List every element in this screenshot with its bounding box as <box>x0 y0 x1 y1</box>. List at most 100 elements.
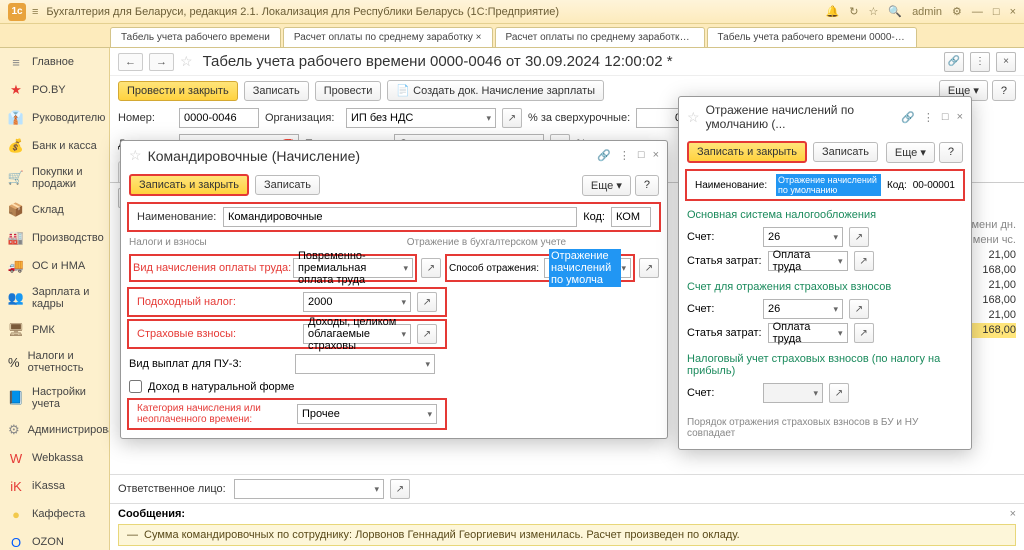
sidebar-item-9[interactable]: 🖥РМК <box>0 316 109 344</box>
sidebar-item-7[interactable]: 🚚ОС и НМА <box>0 252 109 280</box>
m1-accmethod-open[interactable]: ↗ <box>639 258 659 278</box>
m2-name-val[interactable]: Отражение начислений по умолчанию <box>776 174 881 196</box>
tab-0[interactable]: Табель учета рабочего времени <box>110 27 281 47</box>
modal1-more-icon[interactable]: ⋮ <box>619 149 630 162</box>
modal1-post-close[interactable]: Записать и закрыть <box>129 174 249 196</box>
sidebar-item-8[interactable]: 👥Зарплата и кадры <box>0 280 109 316</box>
m1-pu3-sel[interactable]: ▾ <box>295 354 435 374</box>
m1-accmethod-sel[interactable]: Отражение начислений по умолча▾ <box>544 258 631 278</box>
m2-acc2-sel[interactable]: 26▾ <box>763 299 843 319</box>
doc-nav: ← → ☆ Табель учета рабочего времени 0000… <box>110 48 1024 76</box>
bell-icon[interactable]: 🔔 <box>826 5 840 18</box>
m1-accmethod-lbl: Способ отражения: <box>449 263 544 274</box>
history-icon[interactable]: ↻ <box>849 5 858 18</box>
sidebar-icon: ≡ <box>8 54 24 70</box>
sidebar-item-15[interactable]: ●Каффеста <box>0 500 109 528</box>
m1-code-input[interactable] <box>611 207 651 227</box>
resp-select[interactable]: ▾ <box>234 479 384 499</box>
fav-star[interactable]: ☆ <box>180 53 193 70</box>
sidebar-item-10[interactable]: %Налоги и отчетность <box>0 344 109 380</box>
modal2-close-icon[interactable]: × <box>957 111 963 124</box>
modal1-more[interactable]: Еще ▾ <box>582 175 631 196</box>
tab-2[interactable]: Расчет оплаты по среднему заработку 0000… <box>495 27 705 47</box>
modal1-help[interactable]: ? <box>635 175 659 196</box>
modal2-star[interactable]: ☆ <box>687 109 700 126</box>
modal1-link-icon[interactable]: 🔗 <box>597 149 611 162</box>
sidebar-icon: 📦 <box>8 202 24 218</box>
more-icon[interactable]: ⋮ <box>970 52 990 72</box>
nav-back[interactable]: ← <box>118 53 143 71</box>
help-button[interactable]: ? <box>992 80 1016 101</box>
m2-acc-sel[interactable]: 26▾ <box>763 227 843 247</box>
sidebar-icon: iK <box>8 478 24 494</box>
sidebar-item-12[interactable]: ⚙Администрирование <box>0 416 109 444</box>
number-input[interactable] <box>179 108 259 128</box>
overtime-label: % за сверхурочные: <box>528 112 630 124</box>
m1-ins-open[interactable]: ↗ <box>417 324 437 344</box>
sidebar-item-5[interactable]: 📦Склад <box>0 196 109 224</box>
close-icon[interactable]: × <box>1010 6 1016 18</box>
m2-cost-open[interactable]: ↗ <box>854 251 874 271</box>
user-label[interactable]: admin <box>912 6 942 18</box>
doc-close[interactable]: × <box>996 52 1016 72</box>
settings-icon[interactable]: ⚙ <box>952 5 962 18</box>
menu-icon[interactable]: ≡ <box>32 6 38 18</box>
search-icon[interactable]: 🔍 <box>888 5 902 18</box>
tab-1[interactable]: Расчет оплаты по среднему заработку × <box>283 27 493 47</box>
m1-cat-sel[interactable]: Прочее▾ <box>297 404 437 424</box>
nav-fwd[interactable]: → <box>149 53 174 71</box>
m1-tax-lbl: Подоходный налог: <box>137 296 297 308</box>
modal2-help[interactable]: ? <box>939 142 963 163</box>
sidebar-item-13[interactable]: WWebkassa <box>0 444 109 472</box>
sidebar-item-11[interactable]: 📘Настройки учета <box>0 380 109 416</box>
star-icon[interactable]: ☆ <box>868 5 878 18</box>
sidebar-item-2[interactable]: 👔Руководителю <box>0 104 109 132</box>
maximize-icon[interactable]: □ <box>993 6 1000 18</box>
minimize-icon[interactable]: — <box>972 6 983 18</box>
modal2-write[interactable]: Записать <box>813 142 878 162</box>
post-close-button[interactable]: Провести и закрыть <box>118 81 238 101</box>
link-icon[interactable]: 🔗 <box>944 52 964 72</box>
messages-close[interactable]: × <box>1010 508 1016 520</box>
m1-code-lbl: Код: <box>583 211 605 223</box>
sidebar-item-6[interactable]: 🏭Производство <box>0 224 109 252</box>
sidebar-item-1[interactable]: ★PO.BY <box>0 76 109 104</box>
titlebar: 1c ≡ Бухгалтерия для Беларуси, редакция … <box>0 0 1024 24</box>
m1-tax-open[interactable]: ↗ <box>417 292 437 312</box>
sidebar-item-14[interactable]: iKiKassa <box>0 472 109 500</box>
m2-cost2-sel[interactable]: Оплата труда▾ <box>768 323 848 343</box>
tab-3[interactable]: Табель учета рабочего времени 0000-0046 … <box>707 27 917 47</box>
write-button[interactable]: Записать <box>244 81 309 101</box>
sidebar-item-3[interactable]: 💰Банк и касса <box>0 132 109 160</box>
m1-paytype-open[interactable]: ↗ <box>421 258 441 278</box>
m1-natural-chk[interactable] <box>129 380 142 393</box>
m2-acc-lbl: Счет: <box>687 231 757 243</box>
modal2-more[interactable]: Еще ▾ <box>886 142 935 163</box>
m1-paytype-sel[interactable]: Повременно-премиальная оплата труда▾ <box>293 258 413 278</box>
m2-cost-sel[interactable]: Оплата труда▾ <box>768 251 848 271</box>
sidebar-item-0[interactable]: ≡Главное <box>0 48 109 76</box>
sidebar-label: Банк и касса <box>32 140 97 152</box>
modal1-star[interactable]: ☆ <box>129 147 142 164</box>
m1-name-input[interactable] <box>223 207 577 227</box>
modal2-post-close[interactable]: Записать и закрыть <box>687 141 807 163</box>
modal2-more-icon[interactable]: ⋮ <box>923 111 934 124</box>
m1-tax-sel[interactable]: 2000▾ <box>303 292 411 312</box>
create-accrual-button[interactable]: 📄 Создать док. Начисление зарплаты <box>387 80 604 101</box>
sidebar-item-4[interactable]: 🛒Покупки и продажи <box>0 160 109 196</box>
resp-open[interactable]: ↗ <box>390 479 410 499</box>
modal1-close-icon[interactable]: × <box>653 149 659 162</box>
org-open[interactable]: ↗ <box>502 108 522 128</box>
sidebar-item-16[interactable]: OOZON <box>0 528 109 550</box>
modal1-max-icon[interactable]: □ <box>638 149 645 162</box>
table-peek: емени дн. мени чс. 21,00168,00 21,00168,… <box>965 218 1016 338</box>
modal2-max-icon[interactable]: □ <box>942 111 949 124</box>
workspace-tabs: Табель учета рабочего времени Расчет опл… <box>0 24 1024 48</box>
modal1-write[interactable]: Записать <box>255 175 320 195</box>
post-button[interactable]: Провести <box>315 81 382 101</box>
m2-acc-open[interactable]: ↗ <box>849 227 869 247</box>
sidebar-label: Налоги и отчетность <box>28 350 101 374</box>
m1-ins-sel[interactable]: Доходы, целиком облагаемые страховы▾ <box>303 324 411 344</box>
org-select[interactable]: ИП без НДС▾ <box>346 108 496 128</box>
modal2-link-icon[interactable]: 🔗 <box>901 111 915 124</box>
